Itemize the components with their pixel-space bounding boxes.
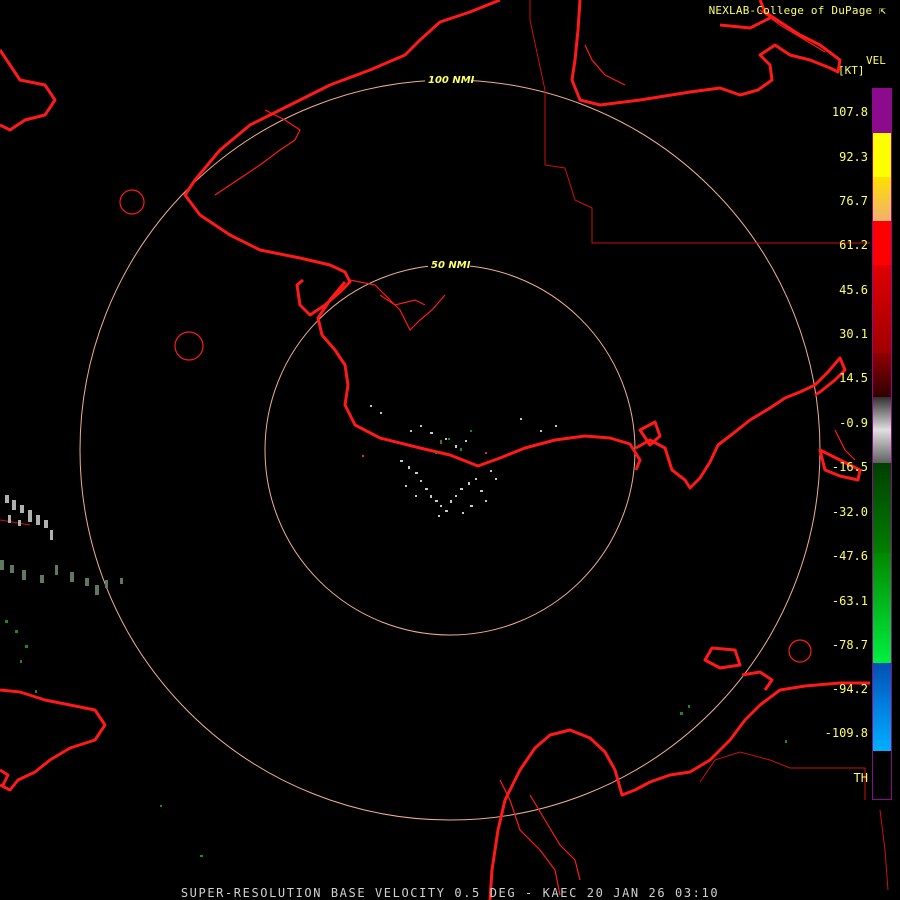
scale-label: TH: [853, 771, 868, 785]
radar-returns: [0, 405, 787, 857]
radar-map: 100 NMI 50 NMI: [0, 0, 889, 900]
scale-label: 45.6: [839, 283, 868, 297]
scale-label: -94.2: [831, 682, 868, 696]
scale-label: -0.9: [839, 416, 868, 430]
product-caption: SUPER-RESOLUTION BASE VELOCITY 0.5 DEG -…: [180, 886, 720, 900]
scale-label: -32.0: [831, 505, 868, 519]
scale-label: 61.2: [839, 238, 868, 252]
scale-label: -47.6: [831, 549, 868, 563]
ring-label-50nmi: 50 NMI: [431, 260, 471, 271]
scale-label: 92.3: [839, 150, 868, 164]
scale-label: 14.5: [839, 371, 868, 385]
scale-label: -109.8: [824, 726, 868, 740]
corner-arrow-icon: ⇱: [872, 4, 886, 17]
scale-title: VEL: [866, 54, 886, 67]
range-ring-100nmi: [79, 79, 821, 821]
boundary-lines: [0, 0, 889, 891]
range-ring-50nmi: [264, 264, 636, 636]
scale-label: 107.8: [831, 105, 868, 119]
scale-label: 76.7: [839, 194, 868, 208]
velocity-color-scale: [872, 88, 892, 800]
scale-label: 30.1: [839, 327, 868, 341]
scale-label: -16.5: [831, 460, 868, 474]
credit-label: NEXLAB-College of DuPage ⇱: [708, 4, 886, 17]
coastlines: [0, 0, 870, 900]
scale-unit: [KT]: [838, 64, 865, 77]
scale-label: -78.7: [831, 638, 868, 652]
ring-label-100nmi: 100 NMI: [428, 75, 475, 86]
scale-label: -63.1: [831, 594, 868, 608]
